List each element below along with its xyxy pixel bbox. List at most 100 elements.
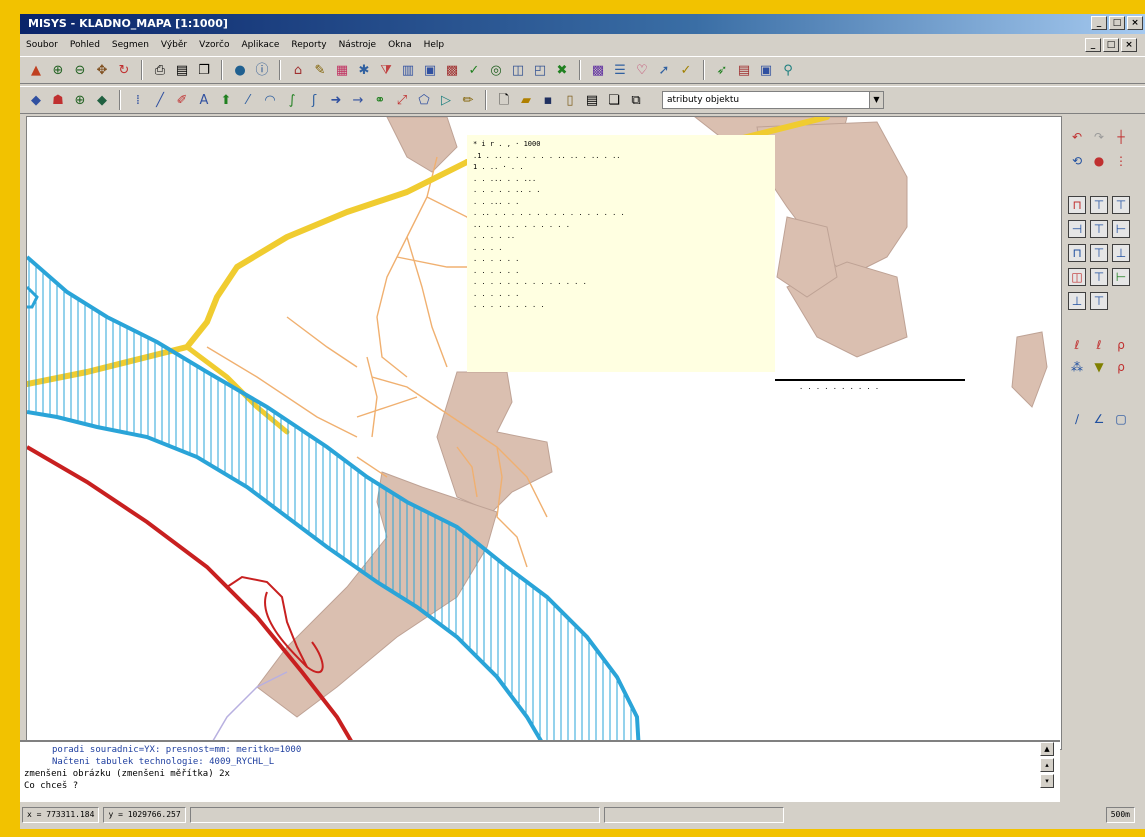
lasso2-icon[interactable]: ρ — [1112, 358, 1130, 376]
line-icon[interactable]: ╱ — [150, 90, 170, 110]
mdi-minimize-button[interactable]: _ — [1085, 38, 1101, 52]
base-icon[interactable]: ⊥ — [1068, 292, 1086, 310]
cursor-icon[interactable]: ☗ — [48, 90, 68, 110]
copy-icon[interactable]: ❐ — [194, 60, 214, 80]
draw-angle-icon[interactable]: ∠ — [1090, 410, 1108, 428]
snap-top-icon[interactable]: ⊓ — [1068, 244, 1086, 262]
triangle-icon[interactable]: ▼ — [1090, 358, 1108, 376]
minimize-button[interactable]: _ — [1091, 16, 1107, 30]
align-left-icon[interactable]: ⊣ — [1068, 220, 1086, 238]
console-scrollbar[interactable]: ▲ ▴ ▾ — [1040, 740, 1060, 802]
snap-mid-icon[interactable]: ⊤ — [1090, 244, 1108, 262]
spline-icon[interactable]: ∫ — [282, 90, 302, 110]
edit-icon[interactable]: ✎ — [310, 60, 330, 80]
save-icon[interactable]: ▪ — [538, 90, 558, 110]
chevron-down-icon[interactable]: ▼ — [869, 92, 883, 108]
close-x-icon[interactable]: ✖ — [552, 60, 572, 80]
building-polygon[interactable] — [1011, 331, 1048, 408]
block-green-icon[interactable]: ⊢ — [1112, 268, 1130, 286]
pan-icon[interactable]: ✥ — [92, 60, 112, 80]
menu-soubor[interactable]: Soubor — [26, 40, 58, 50]
draw-line-icon[interactable]: ∕ — [1068, 410, 1086, 428]
layers-icon[interactable]: ▲ — [26, 60, 46, 80]
base-line-icon[interactable]: ⊤ — [1090, 292, 1108, 310]
menu-okna[interactable]: Okna — [388, 40, 412, 50]
mdi-close-button[interactable]: × — [1121, 38, 1137, 52]
menu-pohled[interactable]: Pohled — [70, 40, 100, 50]
grid-icon[interactable]: ▥ — [398, 60, 418, 80]
select-icon[interactable]: ✱ — [354, 60, 374, 80]
globe-icon[interactable]: ● — [230, 60, 250, 80]
check-icon[interactable]: ✓ — [464, 60, 484, 80]
menu-vyber[interactable]: Výběr — [161, 40, 187, 50]
dot-icon[interactable]: ● — [1090, 152, 1108, 170]
measure2-icon[interactable]: ℓ — [1090, 336, 1108, 354]
draw-box-icon[interactable]: ▢ — [1112, 410, 1130, 428]
command-console[interactable]: poradi souradnic=YX: presnost=mm: meritk… — [20, 740, 1060, 802]
table-right-icon[interactable]: ⊤ — [1112, 196, 1130, 214]
building-polygon[interactable] — [386, 117, 458, 173]
arrow-right-icon[interactable]: ➚ — [654, 60, 674, 80]
polygon-icon[interactable]: ⬠ — [414, 90, 434, 110]
tools-icon[interactable]: ✓ — [676, 60, 696, 80]
open-folder-icon[interactable]: ▰ — [516, 90, 536, 110]
mdi-restore-button[interactable]: □ — [1103, 38, 1119, 52]
window-icon[interactable]: ◫ — [508, 60, 528, 80]
slash-icon[interactable]: ⁄ — [238, 90, 258, 110]
brush-icon[interactable]: ➶ — [712, 60, 732, 80]
undo-icon[interactable]: ↶ — [1068, 128, 1086, 146]
target-icon[interactable]: ◎ — [486, 60, 506, 80]
info-icon[interactable]: ⓘ — [252, 60, 272, 80]
zoom-window-icon[interactable]: ◰ — [530, 60, 550, 80]
menu-reporty[interactable]: Reporty — [291, 40, 326, 50]
measure-icon[interactable]: ℓ — [1068, 336, 1086, 354]
print-icon[interactable]: ⎙ — [150, 60, 170, 80]
magnify-icon[interactable]: ⊕ — [70, 90, 90, 110]
vertical-line-icon[interactable]: ⁞ — [128, 90, 148, 110]
cross-icon[interactable]: ┼ — [1112, 128, 1130, 146]
menu-aplikace[interactable]: Aplikace — [241, 40, 279, 50]
zoom-in-icon[interactable]: ⊕ — [48, 60, 68, 80]
palette-icon[interactable]: ▩ — [588, 60, 608, 80]
menu-help[interactable]: Help — [424, 40, 445, 50]
heart-icon[interactable]: ♡ — [632, 60, 652, 80]
stack-icon[interactable]: ▤ — [734, 60, 754, 80]
align-center-icon[interactable]: ⊤ — [1090, 220, 1108, 238]
map-canvas[interactable]: * i r . , · 1000 .1 . .. . . . . . . .. … — [26, 116, 1062, 750]
settings-icon[interactable]: ☰ — [610, 60, 630, 80]
zoom-out-icon[interactable]: ⊖ — [70, 60, 90, 80]
document-edit-icon[interactable]: ⧉ — [626, 90, 646, 110]
scroll-up-icon[interactable]: ▴ — [1040, 758, 1054, 772]
document-lines-icon[interactable]: ▤ — [582, 90, 602, 110]
hook-icon[interactable]: ʃ — [304, 90, 324, 110]
document-icon[interactable]: ▯ — [560, 90, 580, 110]
table-top-icon[interactable]: ⊤ — [1090, 196, 1108, 214]
house-icon[interactable]: ⌂ — [288, 60, 308, 80]
move-icon[interactable]: ➜ — [326, 90, 346, 110]
frame-icon[interactable]: ⊓ — [1068, 196, 1086, 214]
scroll-down-icon[interactable]: ▾ — [1040, 774, 1054, 788]
pencil-icon[interactable]: ✏ — [458, 90, 478, 110]
reload-icon[interactable]: ⟲ — [1068, 152, 1086, 170]
text-icon[interactable]: A — [194, 90, 214, 110]
monitor-icon[interactable]: ▣ — [756, 60, 776, 80]
multipoint-icon[interactable]: ⁂ — [1068, 358, 1086, 376]
block-mid-icon[interactable]: ⊤ — [1090, 268, 1108, 286]
block-icon[interactable]: ◫ — [1068, 268, 1086, 286]
node-icon[interactable]: ⚭ — [370, 90, 390, 110]
close-button[interactable]: × — [1127, 16, 1143, 30]
magnifier-icon[interactable]: ⚲ — [778, 60, 798, 80]
diamond-icon[interactable]: ◆ — [26, 90, 46, 110]
document-copy-icon[interactable]: ❏ — [604, 90, 624, 110]
print-preview-icon[interactable]: ▤ — [172, 60, 192, 80]
table-icon[interactable]: ▦ — [332, 60, 352, 80]
maximize-button[interactable]: □ — [1109, 16, 1125, 30]
lasso-icon[interactable]: ρ — [1112, 336, 1130, 354]
refresh-icon[interactable]: ↻ — [114, 60, 134, 80]
attribute-select[interactable]: atributy objektu ▼ — [662, 91, 884, 109]
filter-icon[interactable]: ⧩ — [376, 60, 396, 80]
grid-small-icon[interactable]: ⋮ — [1112, 152, 1130, 170]
menu-segmen[interactable]: Segmen — [112, 40, 149, 50]
curve-icon[interactable]: ◠ — [260, 90, 280, 110]
shape-icon[interactable]: ▷ — [436, 90, 456, 110]
